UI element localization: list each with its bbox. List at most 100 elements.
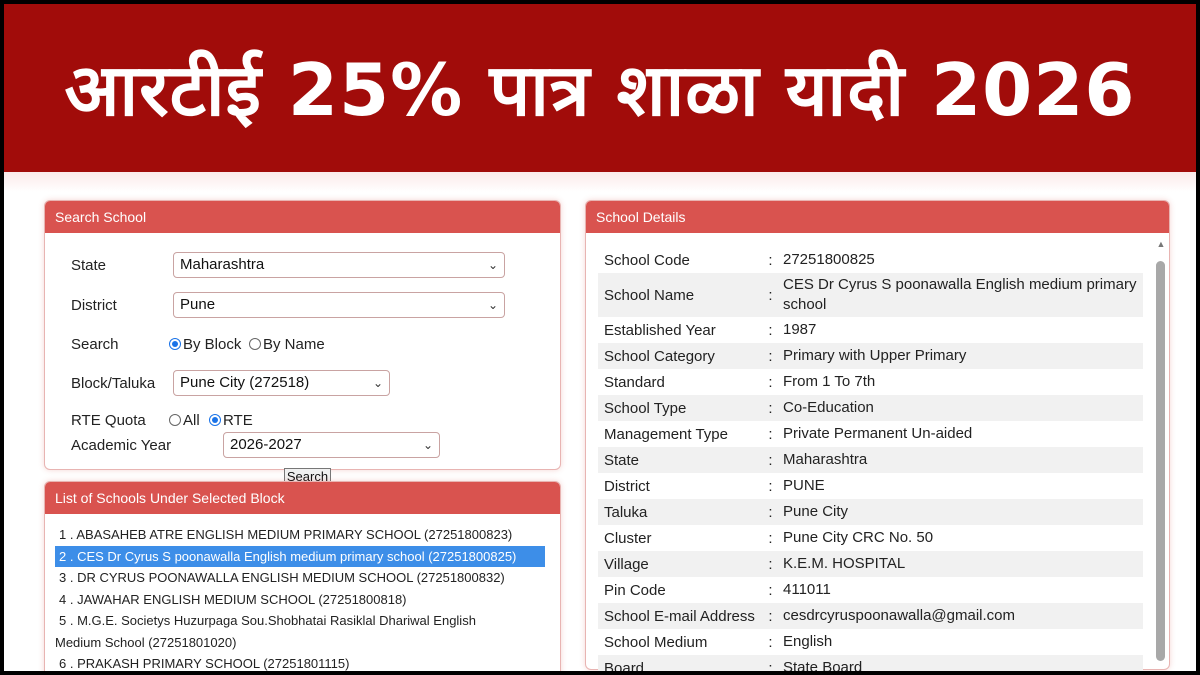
detail-row: School Category: Primary with Upper Prima… <box>598 343 1143 369</box>
list-item[interactable]: 5 . M.G.E. Societys Huzurpaga Sou.Shobha… <box>55 610 555 632</box>
list-item[interactable]: 6 . PRAKASH PRIMARY SCHOOL (27251801115) <box>55 653 555 671</box>
radio-selected-icon[interactable] <box>169 338 181 350</box>
detail-value: Private Permanent Un-aided <box>783 425 973 442</box>
rte-rte-option[interactable]: RTE <box>209 412 253 429</box>
school-details-panel: School Details School Code:27251800825 Sc… <box>585 200 1170 671</box>
detail-key: School Type <box>604 399 687 417</box>
details-scrollbar[interactable]: ▲ <box>1154 239 1168 671</box>
scroll-up-arrow-icon[interactable]: ▲ <box>1155 239 1167 251</box>
detail-value: K.E.M. HOSPITAL <box>783 555 906 572</box>
detail-separator: : <box>768 321 773 339</box>
detail-row: School E-mail Address: cesdrcyruspoonawal… <box>598 603 1143 629</box>
detail-row: State: Maharashtra <box>598 447 1143 473</box>
detail-key: Cluster <box>604 529 652 547</box>
detail-key: School E-mail Address <box>604 607 755 625</box>
detail-value: Pune City CRC No. 50 <box>783 529 934 546</box>
detail-value: Co-Education <box>783 399 874 416</box>
detail-key: School Code <box>604 251 690 269</box>
block-label: Block/Taluka <box>71 375 156 392</box>
list-item-selected[interactable]: 2 . CES Dr Cyrus S poonawalla English me… <box>55 545 545 567</box>
detail-row: Board: State Board <box>598 655 1143 671</box>
list-item[interactable]: 3 . DR CYRUS POONAWALLA ENGLISH MEDIUM S… <box>55 567 555 589</box>
detail-separator: : <box>768 529 773 547</box>
detail-row: Established Year:1987 <box>598 317 1143 343</box>
detail-separator: : <box>768 503 773 521</box>
list-item-continuation[interactable]: Medium School (27251801020) <box>55 632 555 654</box>
search-by-block-option[interactable]: By Block <box>169 336 241 353</box>
list-item[interactable]: 1 . ABASAHEB ATRE ENGLISH MEDIUM PRIMARY… <box>55 524 555 546</box>
search-by-name-option[interactable]: By Name <box>249 336 325 353</box>
detail-row: Village: K.E.M. HOSPITAL <box>598 551 1143 577</box>
detail-value: 1987 <box>783 321 817 338</box>
details-table: School Code:27251800825 School Name: CES D… <box>598 247 1143 671</box>
rte-all-option[interactable]: All <box>169 412 200 429</box>
detail-separator: : <box>768 399 773 417</box>
detail-key: Pin Code <box>604 581 666 599</box>
scrollbar-thumb[interactable] <box>1156 261 1165 661</box>
district-label: District <box>71 297 117 314</box>
banner-title: आरटीई 25% पात्र शाळा यादी 2026 <box>64 48 1136 132</box>
detail-separator: : <box>768 286 773 304</box>
district-select-value: Pune <box>180 296 216 313</box>
detail-separator: : <box>768 451 773 469</box>
state-select-value: Maharashtra <box>180 256 265 273</box>
screenshot-frame: आरटीई 25% पात्र शाळा यादी 2026 Search Sc… <box>4 4 1196 671</box>
school-list-panel: List of Schools Under Selected Block 1 .… <box>44 481 561 671</box>
detail-key: School Name <box>604 286 695 304</box>
detail-key: School Medium <box>604 633 708 651</box>
chevron-down-icon: ⌄ <box>372 376 383 390</box>
detail-row: District: PUNE <box>598 473 1143 499</box>
detail-row: School Code:27251800825 <box>598 247 1143 273</box>
radio-unselected-icon[interactable] <box>249 338 261 350</box>
banner-divider <box>4 172 1196 192</box>
detail-value: Primary with Upper Primary <box>783 347 967 364</box>
search-by-name-label: By Name <box>263 336 325 353</box>
details-panel-header: School Details <box>586 201 1169 233</box>
block-select-value: Pune City (272518) <box>180 374 310 391</box>
detail-key: District <box>604 477 650 495</box>
detail-separator: : <box>768 555 773 573</box>
detail-separator: : <box>768 477 773 495</box>
detail-value: Maharashtra <box>783 451 868 468</box>
detail-row: School Medium: English <box>598 629 1143 655</box>
detail-key: Taluka <box>604 503 648 521</box>
state-label: State <box>71 257 107 274</box>
detail-value: 411011 <box>783 581 831 598</box>
detail-separator: : <box>768 633 773 651</box>
detail-value: PUNE <box>783 477 825 494</box>
title-banner: आरटीई 25% पात्र शाळा यादी 2026 <box>4 4 1196 172</box>
academic-year-select[interactable]: 2026-2027 ⌄ <box>223 432 440 458</box>
detail-row: Taluka: Pune City <box>598 499 1143 525</box>
detail-value: Pune City <box>783 503 849 520</box>
chevron-down-icon: ⌄ <box>487 298 498 312</box>
detail-row: School Type: Co-Education <box>598 395 1143 421</box>
search-panel-header: Search School <box>45 201 560 233</box>
district-select[interactable]: Pune ⌄ <box>173 292 505 318</box>
detail-separator: : <box>768 659 773 672</box>
block-select[interactable]: Pune City (272518) ⌄ <box>173 370 390 396</box>
detail-value: 27251800825 <box>783 251 875 268</box>
detail-key: Management Type <box>604 425 728 443</box>
detail-key: Standard <box>604 373 665 391</box>
radio-selected-icon[interactable] <box>209 414 221 426</box>
detail-value: From 1 To 7th <box>783 373 876 390</box>
detail-row: Management Type: Private Permanent Un-aid… <box>598 421 1143 447</box>
radio-unselected-icon[interactable] <box>169 414 181 426</box>
detail-row: Cluster: Pune City CRC No. 50 <box>598 525 1143 551</box>
academic-year-label: Academic Year <box>71 437 172 454</box>
detail-row: Standard: From 1 To 7th <box>598 369 1143 395</box>
rte-all-label: All <box>183 412 200 429</box>
chevron-down-icon: ⌄ <box>422 438 433 452</box>
rte-quota-label: RTE Quota <box>71 412 146 429</box>
detail-row: School Name: CES Dr Cyrus S poonawalla En… <box>598 273 1143 317</box>
list-item[interactable]: 4 . JAWAHAR ENGLISH MEDIUM SCHOOL (27251… <box>55 589 555 611</box>
rte-rte-label: RTE <box>223 412 253 429</box>
detail-separator: : <box>768 607 773 625</box>
detail-separator: : <box>768 347 773 365</box>
detail-separator: : <box>768 251 773 269</box>
detail-value: State Board <box>783 659 863 671</box>
state-select[interactable]: Maharashtra ⌄ <box>173 252 505 278</box>
detail-key: Established Year <box>604 321 716 339</box>
list-panel-header: List of Schools Under Selected Block <box>45 482 560 514</box>
detail-separator: : <box>768 373 773 391</box>
